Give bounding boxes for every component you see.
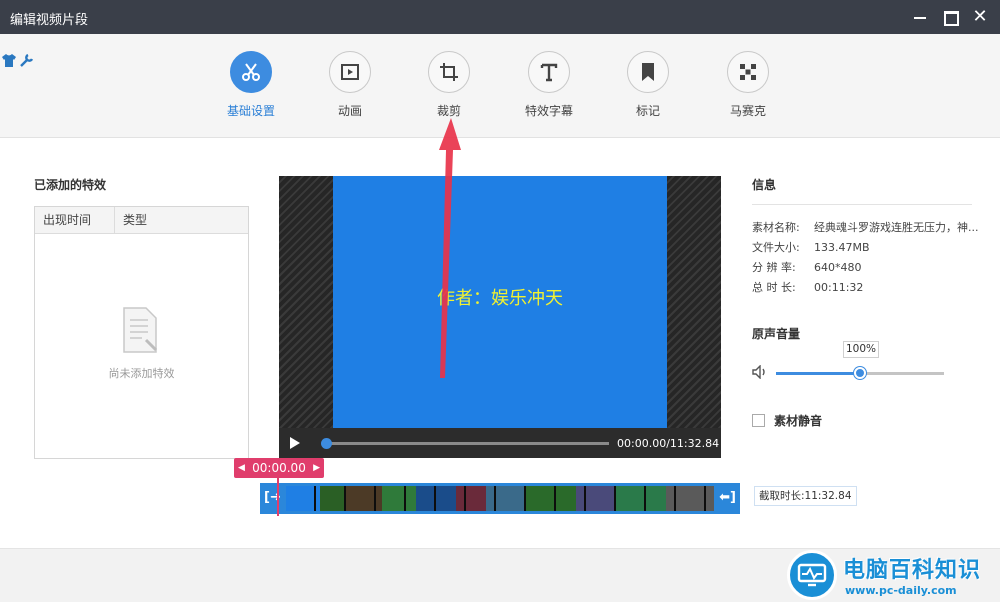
info-value: 133.47MB [814,241,870,254]
play-frame-icon [329,51,371,93]
bookmark-icon [627,51,669,93]
tool-label: 动画 [337,104,362,118]
step-back-icon[interactable]: ◀ [238,463,245,473]
info-key: 素材名称: [752,221,800,234]
clip-duration-tip: 截取时长:11:32.84 [754,486,857,506]
volume-percent-tip: 100% [843,341,879,358]
info-title: 信息 [752,178,777,192]
volume-title: 原声音量 [752,327,801,341]
minimize-button[interactable] [911,8,929,26]
progress-track[interactable] [325,442,609,445]
current-time: 00:00.00 [252,461,306,475]
watermark-url: www.pc-daily.com [845,584,957,597]
player-controls: 00:00.00/11:32.84 [279,428,721,458]
mute-label: 素材静音 [774,414,823,428]
volume-slider[interactable] [776,367,944,379]
tool-label: 马赛克 [729,104,766,118]
empty-effects-text: 尚未添加特效 [108,367,175,380]
window-title: 编辑视频片段 [10,13,89,28]
info-key: 文件大小: [752,241,800,254]
tool-crop[interactable]: 裁剪 [404,51,494,119]
info-value: 640*480 [814,261,862,274]
wrench-icon[interactable] [20,53,34,70]
info-key: 分 辨 率: [752,261,796,274]
tool-marker[interactable]: 标记 [603,51,693,119]
column-header-time[interactable]: 出现时间 [35,207,115,233]
column-header-type[interactable]: 类型 [115,207,147,233]
info-row: 文件大小: 133.47MB [752,239,870,255]
tool-label: 基础设置 [226,104,275,118]
effects-table-header: 出现时间 类型 [35,207,248,234]
tool-effect-subtitle[interactable]: 特效字幕 [504,51,594,119]
letterbox-right [667,176,721,428]
info-value: 经典魂斗罗游戏连胜无压力，神... [814,221,979,234]
video-screen[interactable]: 作者：娱乐冲天 [333,176,667,428]
volume-knob[interactable] [854,367,866,379]
speaker-icon[interactable] [752,364,768,380]
volume-fill [776,372,860,375]
empty-document-icon [122,306,160,356]
shirt-icon[interactable] [2,54,16,70]
watermark-logo-icon [787,550,837,600]
title-bar: 编辑视频片段 ✕ [0,0,1000,34]
close-button[interactable]: ✕ [971,8,989,26]
watermark: 电脑百科知识 www.pc-daily.com [787,546,1000,602]
scissors-icon [230,51,272,93]
mosaic-icon [727,51,769,93]
step-forward-icon[interactable]: ▶ [313,463,320,473]
info-row: 分 辨 率: 640*480 [752,259,862,275]
tool-basic-settings[interactable]: 基础设置 [206,51,296,119]
letterbox-left [279,176,333,428]
thumbnail-frames [286,486,714,511]
info-divider [752,204,972,205]
current-time-tag[interactable]: ◀ 00:00.00 ▶ [234,458,324,478]
crop-icon [428,51,470,93]
effects-title: 已添加的特效 [34,178,107,192]
video-caption: 作者：娱乐冲天 [437,288,563,309]
playhead[interactable] [277,474,279,516]
info-value: 00:11:32 [814,281,864,294]
player-timecode: 00:00.00/11:32.84 [617,437,720,450]
watermark-text: 电脑百科知识 [843,558,982,583]
info-row: 素材名称: 经典魂斗罗游戏连胜无压力，神... [752,219,979,235]
tool-label: 特效字幕 [524,104,573,118]
text-t-icon [528,51,570,93]
tool-animation[interactable]: 动画 [305,51,395,119]
trim-end-handle[interactable]: ⬅] [719,490,736,505]
mute-option[interactable]: 素材静音 [752,412,822,429]
toolbar: 基础设置 动画 裁剪 特效字幕 标记 马赛克 [0,34,1000,138]
info-row: 总 时 长: 00:11:32 [752,279,863,295]
progress-knob[interactable] [321,438,332,449]
clip-strip[interactable]: [➜ ⬅] [260,483,740,514]
info-key: 总 时 长: [752,281,796,294]
maximize-button[interactable] [941,8,959,26]
mute-checkbox[interactable] [752,414,765,427]
tool-label: 标记 [635,104,660,118]
video-preview: 作者：娱乐冲天 00:00.00/11:32.84 [279,176,721,458]
skin-tools [2,52,40,72]
tool-mosaic[interactable]: 马赛克 [703,51,793,119]
play-button[interactable] [290,437,300,449]
tool-label: 裁剪 [436,104,461,118]
effects-table: 出现时间 类型 尚未添加特效 [34,206,249,459]
